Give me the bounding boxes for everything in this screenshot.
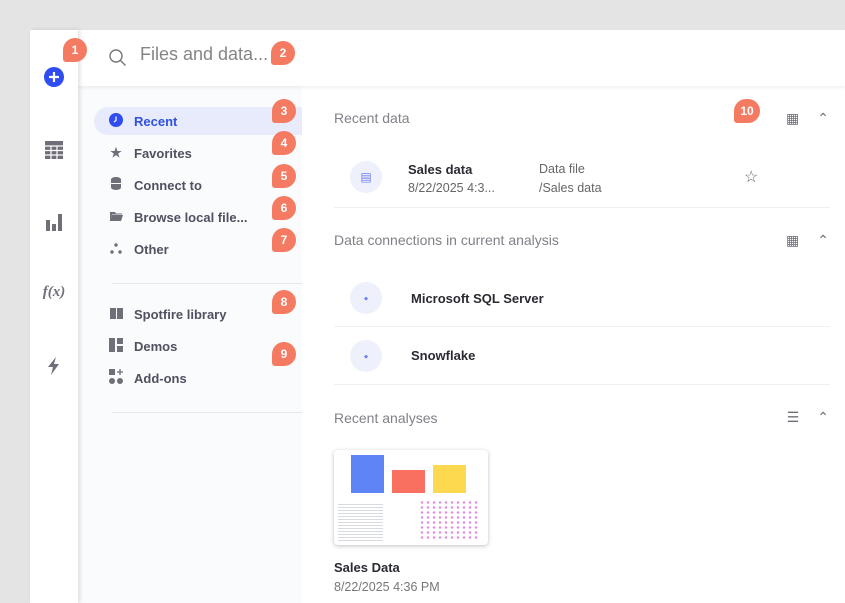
item-type: Data file xyxy=(539,162,585,176)
nav-label: Connect to xyxy=(134,177,202,193)
folder-icon xyxy=(108,210,124,225)
thumb-bar xyxy=(433,465,466,493)
callout-badge: 4 xyxy=(272,131,296,155)
callout-badge: 9 xyxy=(272,342,296,366)
item-path: /Sales data xyxy=(539,181,602,195)
list-item[interactable]: ⬩ Snowflake xyxy=(334,327,830,385)
nav-item-add-ons[interactable]: Add-ons xyxy=(94,364,302,392)
star-outline-icon[interactable]: ☆ xyxy=(744,167,758,187)
section-title-recent-data: Recent data xyxy=(334,110,410,126)
thumb-table xyxy=(338,502,383,542)
nav-item-spotfire-library[interactable]: Spotfire library xyxy=(94,300,302,328)
divider xyxy=(112,412,302,413)
nav-item-recent[interactable]: Recent xyxy=(94,107,302,135)
thumb-scatter xyxy=(419,500,479,540)
nav-label: Favorites xyxy=(134,145,192,161)
database-icon xyxy=(108,177,124,193)
callout-badge: 10 xyxy=(734,99,760,123)
divider xyxy=(112,283,302,284)
function-icon[interactable]: f(x) xyxy=(30,284,78,301)
section-tools: ▦ ⌃ xyxy=(786,110,829,127)
thumb-bar xyxy=(392,470,425,493)
nav-item-browse-local[interactable]: Browse local file... xyxy=(94,203,302,231)
callout-badge: 5 xyxy=(272,164,296,188)
grid-view-icon[interactable]: ▦ xyxy=(786,232,799,249)
thumb-bar xyxy=(351,455,384,493)
dots-icon xyxy=(108,242,124,257)
callout-badge: 1 xyxy=(63,38,87,62)
lightning-icon[interactable] xyxy=(30,356,78,381)
file-icon: ▤ xyxy=(350,161,382,193)
analysis-name[interactable]: Sales Data xyxy=(334,560,400,575)
callout-badge: 2 xyxy=(271,41,295,65)
callout-badge: 3 xyxy=(272,99,296,123)
nav-item-favorites[interactable]: ★ Favorites xyxy=(94,139,302,167)
main-content: Recent data ▦ ⌃ ▤ Sales data 8/22/2025 4:… xyxy=(302,86,845,603)
bar-chart-icon[interactable] xyxy=(30,212,78,237)
list-item[interactable]: ⬩ Microsoft SQL Server xyxy=(334,269,830,327)
item-name: Microsoft SQL Server xyxy=(411,291,544,306)
nav-label: Spotfire library xyxy=(134,306,227,322)
analysis-thumbnail[interactable] xyxy=(334,450,488,545)
nav-item-demos[interactable]: Demos xyxy=(94,332,302,360)
nav-label: Recent xyxy=(134,113,178,129)
nav-label: Demos xyxy=(134,338,178,354)
analysis-date: 8/22/2025 4:36 PM xyxy=(334,580,440,594)
table-icon[interactable] xyxy=(30,140,78,165)
list-item[interactable]: ▤ Sales data 8/22/2025 4:3... Data file … xyxy=(334,148,830,208)
section-tools: ☰ ⌃ xyxy=(787,409,829,426)
item-name: Sales data xyxy=(408,162,473,177)
connector-icon: ⬩ xyxy=(350,282,382,314)
callout-badge: 6 xyxy=(272,196,296,220)
book-icon xyxy=(108,307,124,322)
nav-item-connect-to[interactable]: Connect to xyxy=(94,171,302,199)
callout-badge: 8 xyxy=(272,290,296,314)
left-rail: f(x) xyxy=(30,30,78,603)
nav-label: Add-ons xyxy=(134,370,187,386)
source-nav: Recent ★ Favorites Connect to Browse loca… xyxy=(78,86,302,603)
nav-label: Other xyxy=(134,241,169,257)
list-view-icon[interactable]: ☰ xyxy=(787,409,800,426)
add-button[interactable] xyxy=(30,67,78,92)
chevron-up-icon[interactable]: ⌃ xyxy=(817,232,829,249)
section-title-connections: Data connections in current analysis xyxy=(334,232,559,248)
section-title-recent-analyses: Recent analyses xyxy=(334,410,438,426)
clock-icon xyxy=(108,112,124,130)
grid-view-icon[interactable]: ▦ xyxy=(786,110,799,127)
nav-label: Browse local file... xyxy=(134,209,248,225)
connector-icon: ⬩ xyxy=(350,340,382,372)
search-icon xyxy=(108,48,128,73)
demos-icon xyxy=(108,337,124,355)
chevron-up-icon[interactable]: ⌃ xyxy=(817,409,829,426)
chevron-up-icon[interactable]: ⌃ xyxy=(817,110,829,127)
item-name: Snowflake xyxy=(411,348,476,363)
section-tools: ▦ ⌃ xyxy=(786,232,829,249)
item-date: 8/22/2025 4:3... xyxy=(408,181,495,195)
addons-icon xyxy=(108,369,124,387)
nav-item-other[interactable]: Other xyxy=(94,235,302,263)
callout-badge: 7 xyxy=(272,228,296,252)
search-bar xyxy=(78,30,845,86)
star-icon: ★ xyxy=(110,145,122,160)
